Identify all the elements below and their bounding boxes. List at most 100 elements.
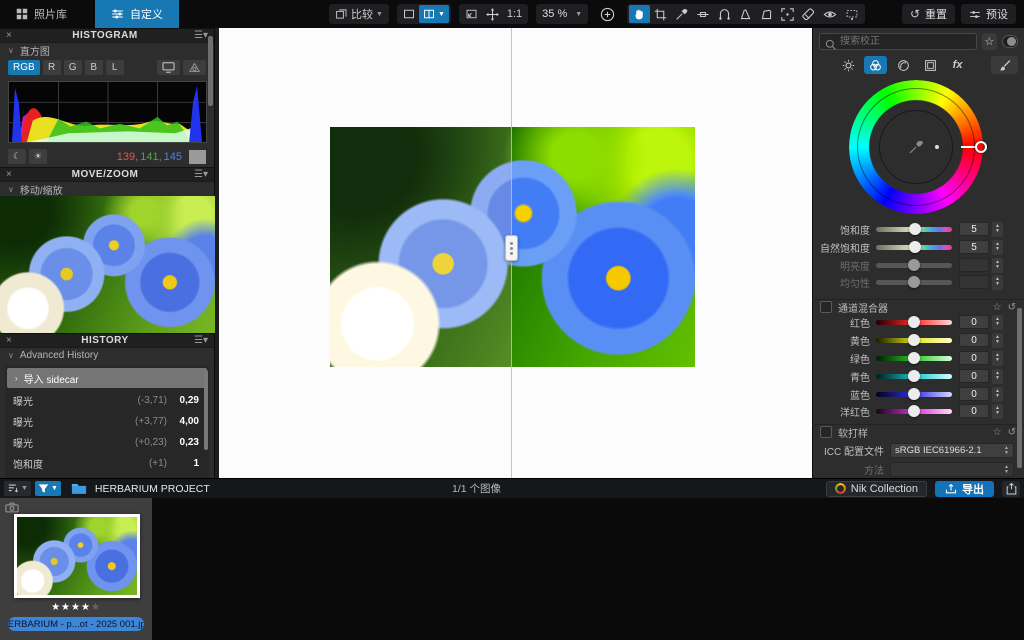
- share-button[interactable]: [1002, 481, 1020, 497]
- eraser-tool[interactable]: [798, 5, 819, 23]
- channel-l-button[interactable]: L: [106, 60, 124, 75]
- channel-rgb-button[interactable]: RGB: [8, 60, 40, 75]
- single-view-button[interactable]: [399, 5, 419, 23]
- mixer-blue-slider[interactable]: [876, 392, 952, 397]
- tab-color[interactable]: [864, 56, 887, 74]
- zoom-1to1-button[interactable]: 1:1: [503, 5, 526, 23]
- left-panel-scrollbar[interactable]: [208, 36, 213, 106]
- stepper-control[interactable]: ▲▼: [992, 351, 1003, 366]
- channel-g-button[interactable]: G: [64, 60, 82, 75]
- star-icon[interactable]: ☆: [993, 427, 1002, 438]
- slider-knob[interactable]: [908, 388, 920, 400]
- tab-customize[interactable]: 自定义: [95, 0, 179, 28]
- channel-mixer-checkbox[interactable]: [820, 301, 832, 313]
- reset-button[interactable]: ↺ 重置: [902, 4, 955, 24]
- mixer-magenta-slider[interactable]: [876, 409, 952, 414]
- polygon-tool[interactable]: [756, 5, 777, 23]
- show-mask-toggle[interactable]: [819, 5, 841, 23]
- stepper-control[interactable]: ▲▼: [992, 275, 1003, 290]
- panel-menu-icon[interactable]: ☰▾: [194, 169, 208, 180]
- zoom-level-select[interactable]: 35 % ▼: [536, 4, 588, 24]
- slider-knob[interactable]: [908, 276, 920, 288]
- slider-knob[interactable]: [908, 316, 920, 328]
- tab-photo-library[interactable]: 照片库: [0, 0, 83, 28]
- slider-knob[interactable]: [908, 352, 920, 364]
- stepper-control[interactable]: ▲▼: [992, 222, 1003, 237]
- fit-screen-button[interactable]: [461, 5, 482, 23]
- icc-profile-select[interactable]: sRGB IEC61966-2.1 ▲▼: [890, 443, 1014, 458]
- close-icon[interactable]: ×: [6, 335, 16, 346]
- control-point-tool[interactable]: [714, 5, 735, 23]
- filename-badge[interactable]: HERBARIUM - p...ot - 2025 001.jpg: [8, 617, 144, 631]
- filter-button[interactable]: ▼: [35, 481, 61, 496]
- favorites-filter-button[interactable]: ☆: [982, 33, 997, 50]
- navigator-thumbnail[interactable]: [0, 196, 215, 333]
- image-canvas[interactable]: [215, 28, 812, 478]
- nik-collection-button[interactable]: Nik Collection: [826, 481, 927, 497]
- stepper-control[interactable]: ▲▼: [992, 333, 1003, 348]
- channel-r-button[interactable]: R: [43, 60, 61, 75]
- hue-selector-knob[interactable]: [975, 141, 987, 153]
- horizon-tool[interactable]: [692, 5, 714, 23]
- mixer-red-slider[interactable]: [876, 320, 952, 325]
- slider-knob[interactable]: [909, 223, 921, 235]
- history-item[interactable]: 饱和度 (+1) 1: [5, 453, 209, 474]
- search-input[interactable]: [819, 33, 977, 50]
- saturation-value[interactable]: 5: [959, 222, 989, 236]
- highlight-clipping-button[interactable]: ☀: [29, 149, 47, 164]
- monitor-gamut-button[interactable]: [157, 60, 180, 75]
- star-icon[interactable]: ☆: [993, 302, 1002, 313]
- stepper-control[interactable]: ▲▼: [992, 404, 1003, 419]
- mixer-cyan-slider[interactable]: [876, 374, 952, 379]
- sort-button[interactable]: ▼: [4, 481, 31, 496]
- grid-overlay-toggle[interactable]: [841, 5, 863, 23]
- eyedropper-tool[interactable]: [671, 5, 692, 23]
- local-adjustments-button[interactable]: [991, 56, 1018, 74]
- slider-knob[interactable]: [908, 334, 920, 346]
- shadow-clipping-button[interactable]: ☾: [8, 149, 26, 164]
- luminance-slider[interactable]: [876, 263, 952, 268]
- control-line-tool[interactable]: [735, 5, 756, 23]
- panel-menu-icon[interactable]: ☰▾: [194, 30, 208, 41]
- compare-button[interactable]: 比较 ▼: [331, 5, 387, 23]
- split-view-button[interactable]: ▼: [419, 5, 449, 23]
- corrections-toggle[interactable]: [1002, 35, 1019, 48]
- slider-knob[interactable]: [909, 241, 921, 253]
- softproof-gamut-button[interactable]: [183, 60, 206, 75]
- close-icon[interactable]: ×: [6, 169, 16, 180]
- mixer-red-value[interactable]: 0: [959, 315, 989, 329]
- history-section-row[interactable]: ∨ Advanced History: [0, 348, 214, 362]
- filmstrip-selected-cell[interactable]: ★★★★★ HERBARIUM - p...ot - 2025 001.jpg: [0, 498, 152, 640]
- movezoom-section-row[interactable]: ∨ 移动/缩放: [0, 182, 214, 196]
- mixer-magenta-value[interactable]: 0: [959, 404, 989, 418]
- panel-menu-icon[interactable]: ☰▾: [194, 335, 208, 346]
- mixer-yellow-value[interactable]: 0: [959, 333, 989, 347]
- tab-geometry[interactable]: [919, 56, 942, 74]
- tab-light[interactable]: [837, 56, 860, 74]
- vibrance-slider[interactable]: [876, 245, 952, 250]
- history-scrollbar[interactable]: [204, 370, 208, 450]
- stepper-control[interactable]: ▲▼: [992, 315, 1003, 330]
- presets-button[interactable]: 预设: [961, 4, 1016, 24]
- history-item[interactable]: 曝光 (-3,71) 0,29: [5, 390, 209, 411]
- reset-section-icon[interactable]: ↺: [1008, 302, 1016, 313]
- star-rating[interactable]: ★★★★★: [0, 602, 152, 613]
- slider-knob[interactable]: [908, 405, 920, 417]
- mixer-blue-value[interactable]: 0: [959, 387, 989, 401]
- hand-tool[interactable]: [629, 5, 650, 23]
- luminance-value[interactable]: [959, 258, 989, 272]
- soft-proofing-checkbox[interactable]: [820, 426, 832, 438]
- zoom-in-button[interactable]: [596, 5, 619, 23]
- mixer-cyan-value[interactable]: 0: [959, 369, 989, 383]
- reset-section-icon[interactable]: ↺: [1008, 427, 1016, 438]
- tab-detail[interactable]: [891, 56, 914, 74]
- slider-knob[interactable]: [908, 259, 920, 271]
- vibrance-value[interactable]: 5: [959, 240, 989, 254]
- history-item[interactable]: › 导入 sidecar: [7, 368, 207, 388]
- local-adjustments-tool[interactable]: [777, 5, 798, 23]
- hsl-color-wheel[interactable]: [849, 80, 983, 214]
- history-item[interactable]: 曝光 (+0,23) 0,23: [5, 432, 209, 453]
- saturation-slider[interactable]: [876, 227, 952, 232]
- stepper-control[interactable]: ▲▼: [992, 240, 1003, 255]
- right-panel-scrollbar[interactable]: [1017, 308, 1022, 468]
